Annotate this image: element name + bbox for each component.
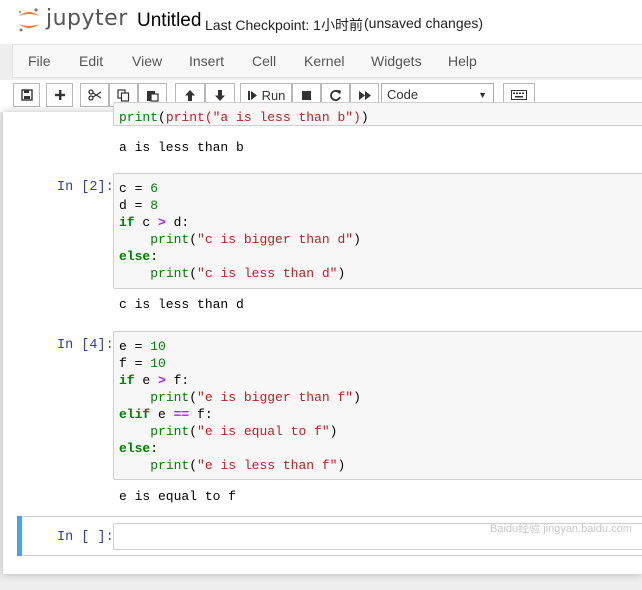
notebook-header: jupyter Untitled Last Checkpoint: 1小时前 (… <box>0 0 642 44</box>
cell-prompt-4: In [ ]: <box>57 530 114 545</box>
insert-cell-button[interactable] <box>46 83 73 107</box>
arrow-up-icon <box>185 89 195 101</box>
cell-code-2[interactable]: c = 6 d = 8 if c > d: print("c is bigger… <box>119 180 361 282</box>
selected-cell-indicator <box>17 516 22 556</box>
arrow-down-icon <box>215 89 225 101</box>
stop-icon <box>302 90 311 100</box>
jupyter-brand[interactable]: jupyter <box>46 6 128 31</box>
scissors-icon <box>87 89 101 101</box>
copy-icon <box>117 88 130 102</box>
cell-output-3: e is equal to f <box>119 489 237 504</box>
cut-button[interactable] <box>80 83 109 107</box>
unsaved-status: (unsaved changes) <box>364 15 484 31</box>
fast-forward-icon <box>358 90 371 100</box>
run-label: Run <box>261 87 286 103</box>
menu-edit[interactable]: Edit <box>79 53 103 69</box>
menu-help[interactable]: Help <box>448 53 477 69</box>
menu-file[interactable]: File <box>28 53 51 69</box>
cell-code-3[interactable]: e = 10 f = 10 if e > f: print("e is bigg… <box>119 338 361 474</box>
paste-icon <box>147 90 159 102</box>
save-button[interactable] <box>13 83 40 107</box>
cell-code-1[interactable]: print(print("a is less than b")) <box>119 109 369 126</box>
notebook-title[interactable]: Untitled <box>137 10 201 32</box>
menu-view[interactable]: View <box>132 53 162 69</box>
cell-output-2: c is less than d <box>119 297 244 312</box>
menu-kernel[interactable]: Kernel <box>304 53 344 69</box>
cell-prompt-2: In [2]: <box>57 180 114 195</box>
save-icon <box>20 89 33 101</box>
step-forward-icon <box>247 90 257 100</box>
menubar: File Edit View Insert Cell Kernel Widget… <box>12 44 642 78</box>
jupyter-logo-icon <box>18 8 39 32</box>
cell-type-value: Code <box>387 87 419 102</box>
baidu-watermark: Baidu经验 jingyan.baidu.com <box>490 523 632 535</box>
menu-insert[interactable]: Insert <box>189 53 224 69</box>
plus-icon <box>54 90 65 100</box>
menu-widgets[interactable]: Widgets <box>371 53 422 69</box>
cell-prompt-3: In [4]: <box>57 338 114 353</box>
refresh-icon <box>330 89 341 101</box>
checkpoint-status: Last Checkpoint: 1小时前 <box>205 17 363 33</box>
keyboard-icon <box>511 90 527 100</box>
notebook-area: print(print("a is less than b")) a is le… <box>0 102 642 590</box>
menu-cell[interactable]: Cell <box>252 53 276 69</box>
cell-output-1: a is less than b <box>119 140 244 155</box>
